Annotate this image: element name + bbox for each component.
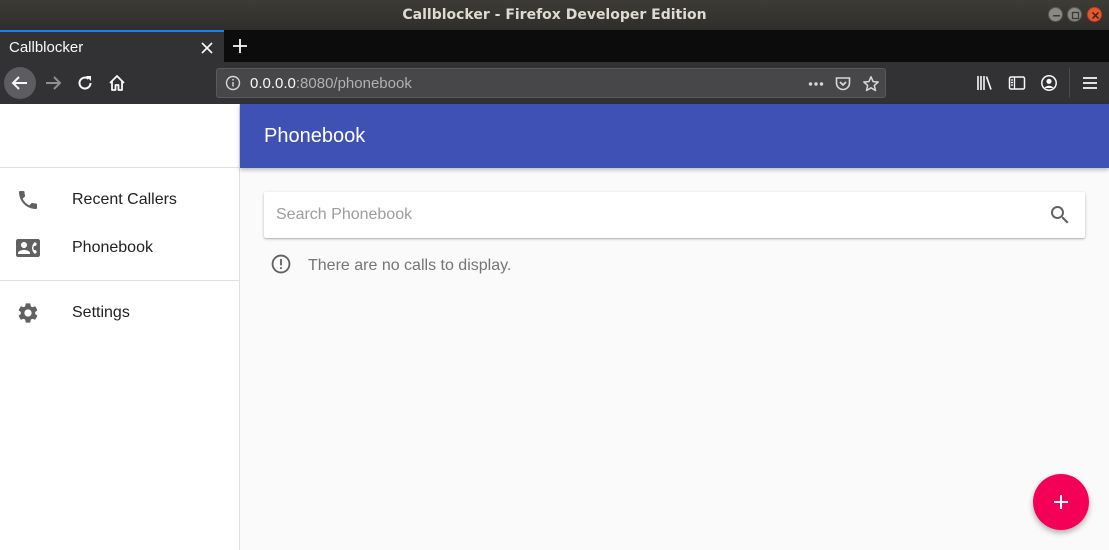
alert-circle-icon bbox=[271, 254, 291, 274]
tab-title: Callblocker bbox=[9, 39, 84, 56]
maximize-icon bbox=[1071, 11, 1080, 20]
tab-close-icon[interactable] bbox=[200, 41, 214, 55]
minimize-icon bbox=[1053, 15, 1060, 17]
contact-card-icon bbox=[16, 239, 40, 257]
page-title: Phonebook bbox=[264, 125, 366, 147]
search-box bbox=[264, 192, 1085, 238]
nav-item-settings[interactable]: Settings bbox=[0, 289, 239, 337]
home-button[interactable] bbox=[101, 67, 133, 99]
minimize-button[interactable] bbox=[1048, 7, 1063, 22]
drawer-header bbox=[0, 104, 239, 168]
close-icon bbox=[1091, 11, 1100, 20]
arrow-right-icon bbox=[46, 76, 62, 90]
reload-button[interactable] bbox=[69, 67, 101, 99]
search-input[interactable] bbox=[276, 192, 1036, 238]
empty-state-message: There are no calls to display. bbox=[308, 257, 512, 274]
arrow-left-icon bbox=[11, 76, 27, 90]
more-actions-icon[interactable] bbox=[807, 75, 825, 93]
nav-item-recent-callers[interactable]: Recent Callers bbox=[0, 176, 239, 224]
forward-button[interactable] bbox=[37, 67, 69, 99]
account-icon[interactable] bbox=[1040, 74, 1058, 92]
info-icon[interactable] bbox=[225, 75, 241, 91]
new-tab-icon[interactable] bbox=[232, 38, 248, 54]
phone-icon bbox=[19, 191, 37, 209]
drawer-divider bbox=[0, 280, 239, 281]
url-text[interactable]: 0.0.0.0:8080/phonebook bbox=[250, 75, 412, 92]
tab-strip: Callblocker bbox=[0, 30, 1109, 62]
nav-item-label: Settings bbox=[72, 304, 130, 321]
nav-item-label: Recent Callers bbox=[72, 191, 177, 208]
gear-icon bbox=[18, 303, 38, 323]
app-bar: Phonebook bbox=[240, 104, 1109, 168]
library-icon[interactable] bbox=[976, 74, 994, 92]
browser-tab[interactable]: Callblocker bbox=[0, 30, 224, 62]
maximize-button[interactable] bbox=[1067, 7, 1082, 22]
pocket-icon[interactable] bbox=[834, 75, 852, 93]
url-host: 0.0.0.0 bbox=[250, 75, 296, 92]
hamburger-menu-icon[interactable] bbox=[1081, 74, 1099, 92]
toolbar-separator bbox=[1069, 68, 1070, 98]
star-icon[interactable] bbox=[862, 75, 880, 93]
sidebar-icon[interactable] bbox=[1008, 74, 1026, 92]
reload-icon bbox=[78, 76, 92, 90]
nav-item-phonebook[interactable]: Phonebook bbox=[0, 224, 239, 272]
home-icon bbox=[109, 75, 125, 91]
drawer-nav-list: Recent Callers Phonebook Settings bbox=[0, 168, 239, 337]
url-bar[interactable]: 0.0.0.0:8080/phonebook bbox=[216, 68, 886, 98]
search-icon[interactable] bbox=[1048, 203, 1072, 227]
empty-state: There are no calls to display. bbox=[264, 238, 1085, 292]
nav-item-label: Phonebook bbox=[72, 239, 153, 256]
window-title: Callblocker - Firefox Developer Edition bbox=[402, 7, 707, 23]
navigation-drawer: Recent Callers Phonebook Settings bbox=[0, 104, 240, 550]
window-titlebar: Callblocker - Firefox Developer Edition bbox=[0, 0, 1109, 30]
add-contact-button[interactable] bbox=[1033, 474, 1089, 530]
back-button[interactable] bbox=[4, 67, 36, 99]
plus-icon bbox=[1054, 495, 1068, 509]
main-content: There are no calls to display. bbox=[264, 192, 1085, 292]
nav-toolbar: 0.0.0.0:8080/phonebook bbox=[0, 62, 1109, 104]
url-path: :8080/phonebook bbox=[295, 75, 412, 92]
window-close-button[interactable] bbox=[1087, 7, 1102, 22]
app-root: Recent Callers Phonebook Settings Phoneb… bbox=[0, 104, 1109, 550]
